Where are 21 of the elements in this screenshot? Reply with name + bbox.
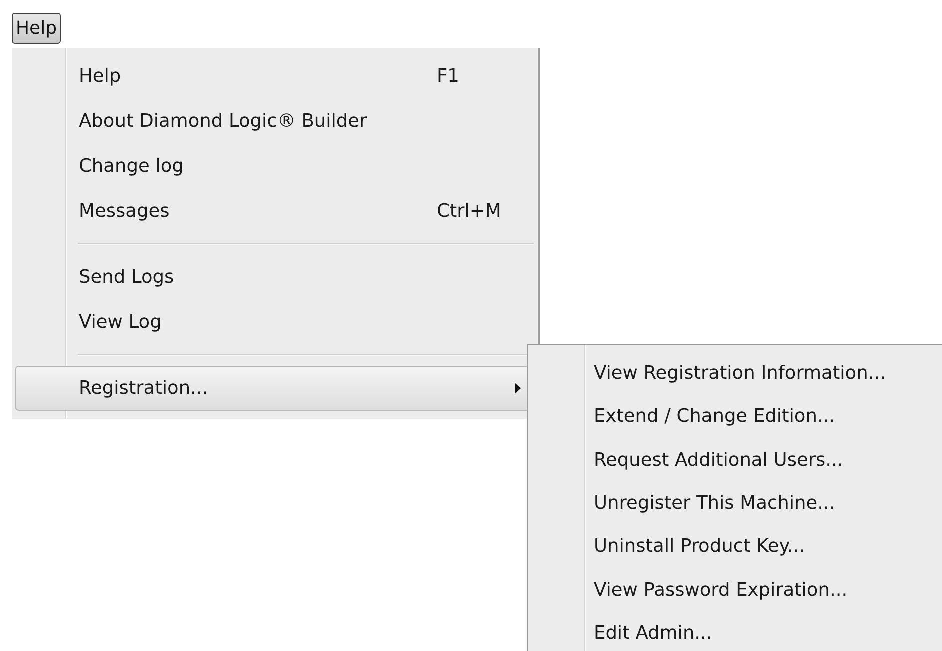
menu-item-label: Messages [79,201,171,222]
shortcut-label: Ctrl+M [437,201,502,222]
menu-item-label: Registration... [79,378,210,399]
shortcut-label: F1 [437,66,460,87]
menu-item[interactable]: Messages Ctrl+M [15,189,534,234]
menu-item[interactable]: About Diamond Logic® Builder [15,99,534,144]
menu-item-label: Change log [79,156,185,177]
submenu-item[interactable]: View Password Expiration... [528,568,942,612]
menu-item-label: About Diamond Logic® Builder [79,111,368,132]
menu-item-label: Send Logs [79,267,176,288]
menu-item[interactable]: Change log [15,144,534,189]
submenu-item[interactable]: Edit Admin... [528,612,942,651]
menu-item-label: Help [79,66,122,87]
menu-item-label: View Log [79,312,163,333]
menu-item[interactable]: Help F1 [15,54,534,99]
menu-item[interactable]: Send Logs [15,255,534,300]
menu-item[interactable]: View Log [15,300,534,345]
submenu-item[interactable]: Unregister This Machine... [528,482,942,526]
submenu-item[interactable]: Uninstall Product Key... [528,525,942,568]
menu-bar-item[interactable]: Help [12,13,62,44]
submenu-item[interactable]: Request Additional Users... [528,438,942,482]
